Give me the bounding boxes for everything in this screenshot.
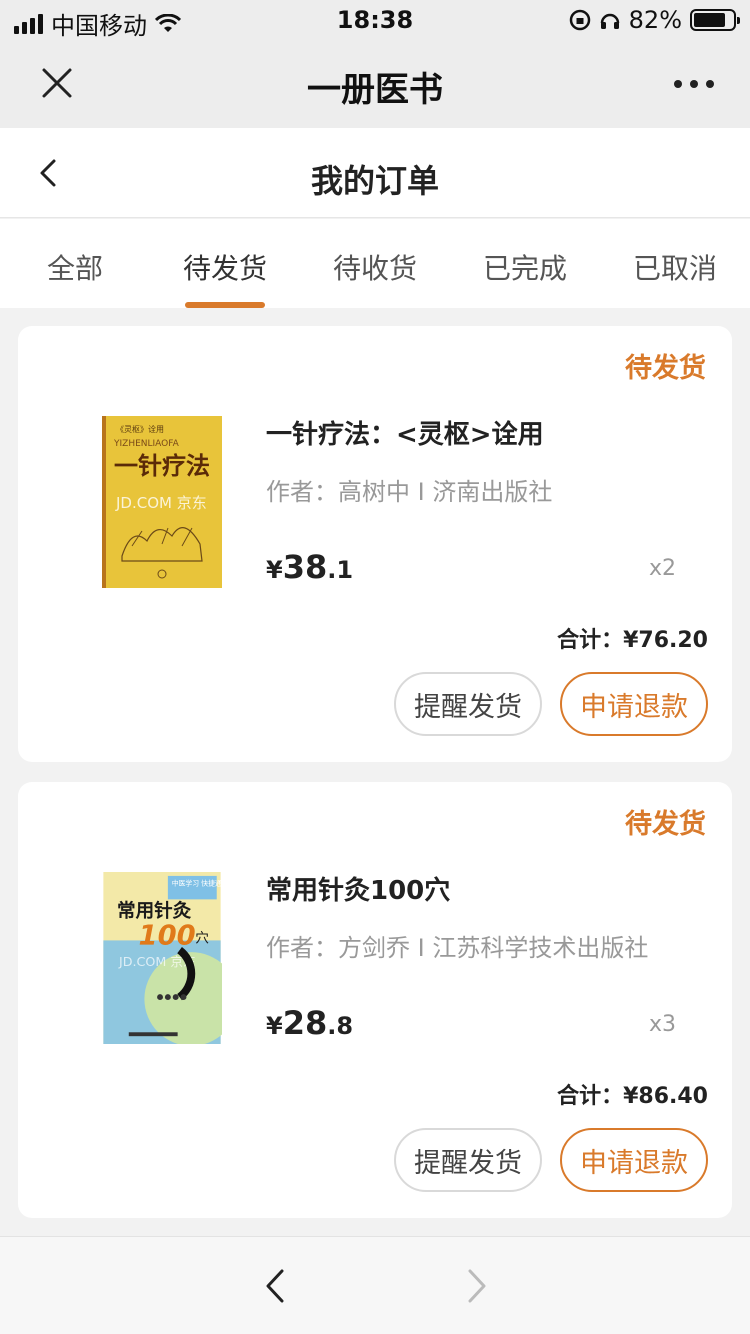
app-title: 一册医书 <box>307 70 443 110</box>
order-status: 待发货 <box>625 809 706 840</box>
status-right: 82% <box>569 6 740 34</box>
request-refund-button[interactable]: 申请退款 <box>560 1128 708 1192</box>
request-refund-button[interactable]: 申请退款 <box>560 672 708 736</box>
chevron-right-icon <box>468 1269 486 1303</box>
book-author: 作者：方剑乔 I 江苏科学技术出版社 <box>266 934 649 962</box>
remind-shipment-button[interactable]: 提醒发货 <box>394 1128 542 1192</box>
order-status: 待发货 <box>625 353 706 384</box>
cover-series: 《灵枢》诠用 <box>116 424 164 434</box>
status-bar: 中国移动 18:38 82% <box>0 0 750 40</box>
book-price: ¥28.8 <box>266 1004 354 1042</box>
cover-title: 常用针灸 <box>117 900 192 922</box>
tab-completed[interactable]: 已完成 <box>450 219 600 308</box>
order-tabs: 全部 待发货 待收货 已完成 已取消 <box>0 219 750 308</box>
book-cover[interactable]: 《灵枢》诠用 YIZHENLIAOFA 一针疗法 JD.COM 京东 <box>102 416 222 588</box>
order-card[interactable]: 待发货 《灵枢》诠用 YIZHENLIAOFA 一针疗法 JD.COM 京东 一… <box>18 326 732 762</box>
tab-all[interactable]: 全部 <box>0 219 150 308</box>
cover-watermark: JD.COM 京东 <box>115 494 207 512</box>
tab-pending-shipment[interactable]: 待发货 <box>150 219 300 308</box>
app-bar: 一册医书 <box>0 40 750 128</box>
remind-shipment-button[interactable]: 提醒发货 <box>394 672 542 736</box>
order-total: 合计：¥76.20 <box>557 628 708 653</box>
order-card[interactable]: 待发货 中医学习 快捷通丛书 常用针灸 100 穴 JD.COM 京东 常用针灸… <box>18 782 732 1218</box>
book-price: ¥38.1 <box>266 548 354 586</box>
browser-nav-bar <box>0 1236 750 1334</box>
battery-percent: 82% <box>628 6 682 34</box>
book-title[interactable]: 一针疗法：<灵枢>诠用 <box>266 414 544 451</box>
battery-icon <box>690 9 740 31</box>
active-tab-indicator <box>185 302 265 308</box>
book-cover[interactable]: 中医学习 快捷通丛书 常用针灸 100 穴 JD.COM 京东 <box>102 872 222 1044</box>
cover-suffix: 穴 <box>195 930 209 946</box>
cover-pinyin: YIZHENLIAOFA <box>113 439 180 449</box>
rotation-lock-icon <box>569 9 590 31</box>
tab-cancelled[interactable]: 已取消 <box>600 219 750 308</box>
page-title: 我的订单 <box>310 162 439 200</box>
cover-number: 100 <box>139 920 196 951</box>
book-quantity: x3 <box>648 1012 676 1037</box>
cover-series: 中医学习 快捷通丛书 <box>172 879 222 888</box>
book-author: 作者：高树中 I 济南出版社 <box>266 478 553 506</box>
cover-title: 一针疗法 <box>114 451 210 480</box>
chevron-left-icon[interactable] <box>262 1267 288 1305</box>
order-total: 合计：¥86.40 <box>557 1084 708 1109</box>
book-quantity: x2 <box>648 556 676 581</box>
more-icon[interactable] <box>674 80 714 88</box>
tab-pending-receipt[interactable]: 待收货 <box>300 219 450 308</box>
headphones-icon <box>600 13 619 29</box>
book-title[interactable]: 常用针灸100穴 <box>266 870 450 907</box>
page-header: 我的订单 <box>0 128 750 218</box>
